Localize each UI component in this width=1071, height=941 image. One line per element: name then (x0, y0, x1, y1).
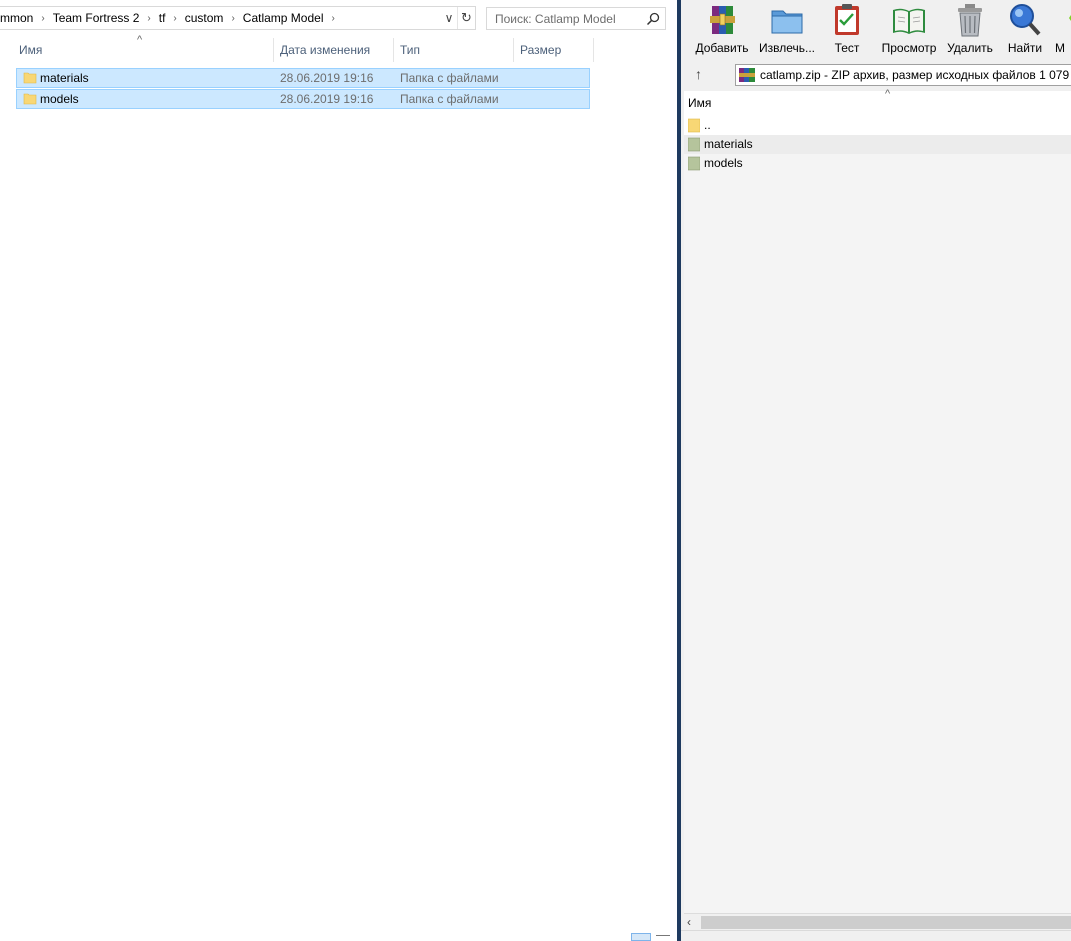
chevron-right-icon[interactable]: › (37, 13, 48, 24)
find-label: Найти (1007, 41, 1043, 55)
column-name[interactable]: Имя (688, 96, 711, 110)
magnifier-icon (1010, 4, 1041, 36)
folder-icon (688, 118, 700, 133)
list-item-parent[interactable]: .. (684, 116, 1071, 135)
archive-folder-icon (688, 156, 700, 171)
column-header: ^ Имя Дата изменения Тип Размер (0, 34, 594, 62)
view-button[interactable]: Просмотр (877, 2, 941, 58)
file-date: 28.06.2019 19:16 (280, 92, 374, 106)
file-name: models (40, 92, 79, 106)
book-icon (893, 8, 925, 34)
extract-button[interactable]: Извлечь... (757, 2, 817, 58)
chevron-right-icon[interactable]: › (169, 13, 180, 24)
view-label: Просмотр (881, 41, 937, 55)
file-date: 28.06.2019 19:16 (280, 71, 374, 85)
add-label: Добавить (695, 41, 749, 55)
address-bar[interactable]: mmon › Team Fortress 2 › tf › custom › C… (0, 6, 476, 30)
rar-archive-icon (739, 68, 755, 82)
chevron-right-icon[interactable]: › (143, 13, 154, 24)
more-label: М (1055, 41, 1065, 55)
file-row-materials[interactable]: materials 28.06.2019 19:16 Папка с файла… (16, 68, 590, 88)
archive-file-list[interactable]: Имя ^ .. materials models (684, 88, 1071, 913)
winrar-window: Добавить Извлечь... Тест Просмотр Удалит… (681, 0, 1071, 941)
refresh-icon[interactable]: ↻ (457, 7, 475, 29)
breadcrumb-item-steamapps[interactable]: mmon (0, 11, 37, 25)
list-item-models[interactable]: models (684, 154, 1071, 173)
list-empty-area (684, 172, 1071, 913)
explorer-window: mmon › Team Fortress 2 › tf › custom › C… (0, 0, 677, 941)
search-box[interactable] (486, 7, 666, 30)
breadcrumb-item-custom[interactable]: custom (181, 11, 228, 25)
extract-label: Извлечь... (758, 41, 815, 55)
column-date-modified[interactable]: Дата изменения (274, 38, 394, 62)
column-header: Имя ^ (684, 88, 1071, 115)
trash-icon (958, 4, 982, 37)
column-type[interactable]: Тип (394, 38, 514, 62)
scrollbar-thumb[interactable] (701, 916, 1071, 929)
large-icons-view-button[interactable] (656, 935, 670, 941)
test-button[interactable]: Тест (829, 2, 865, 58)
extract-folder-icon (771, 10, 803, 34)
chevron-right-icon[interactable]: › (327, 13, 338, 24)
horizontal-scrollbar[interactable]: ‹ (684, 913, 1071, 930)
up-arrow-icon[interactable]: ↑ (695, 66, 702, 82)
wizard-icon (1069, 15, 1071, 21)
archive-add-icon (710, 6, 735, 34)
file-name: materials (40, 71, 89, 85)
delete-label: Удалить (947, 41, 993, 55)
folder-icon (23, 72, 37, 84)
more-button[interactable]: М (1055, 2, 1071, 58)
column-size[interactable]: Размер (514, 38, 594, 62)
item-name: models (704, 156, 743, 170)
file-type: Папка с файлами (400, 92, 499, 106)
breadcrumb-item-catlamp-model[interactable]: Catlamp Model (239, 11, 328, 25)
sort-ascending-icon: ^ (885, 88, 891, 100)
chevron-down-icon[interactable]: ∨ (441, 7, 457, 29)
path-bar: ↑ catlamp.zip - ZIP архив, размер исходн… (681, 62, 1071, 88)
test-label: Тест (834, 41, 860, 55)
breadcrumb-item-tf[interactable]: tf (155, 11, 170, 25)
item-name: materials (704, 137, 753, 151)
archive-folder-icon (688, 137, 700, 152)
search-input[interactable] (487, 8, 642, 29)
status-bar (681, 930, 1071, 941)
column-name[interactable]: Имя (13, 38, 274, 62)
file-row-models[interactable]: models 28.06.2019 19:16 Папка с файлами (16, 89, 590, 109)
archive-path-field[interactable]: catlamp.zip - ZIP архив, размер исходных… (735, 64, 1071, 86)
folder-icon (23, 93, 37, 105)
clipboard-check-icon (835, 4, 859, 35)
add-button[interactable]: Добавить (695, 2, 749, 58)
chevron-right-icon[interactable]: › (227, 13, 238, 24)
breadcrumb: mmon › Team Fortress 2 › tf › custom › C… (0, 7, 339, 29)
search-icon[interactable] (645, 11, 661, 27)
item-name: .. (704, 118, 711, 132)
breadcrumb-item-team-fortress[interactable]: Team Fortress 2 (49, 11, 144, 25)
details-view-button[interactable] (631, 933, 651, 941)
find-button[interactable]: Найти (1005, 2, 1045, 58)
list-item-materials[interactable]: materials (684, 135, 1071, 154)
delete-button[interactable]: Удалить (945, 2, 995, 58)
file-type: Папка с файлами (400, 71, 499, 85)
scroll-left-icon[interactable]: ‹ (687, 915, 691, 929)
archive-path-text: catlamp.zip - ZIP архив, размер исходных… (760, 68, 1071, 82)
winrar-toolbar: Добавить Извлечь... Тест Просмотр Удалит… (681, 0, 1071, 60)
